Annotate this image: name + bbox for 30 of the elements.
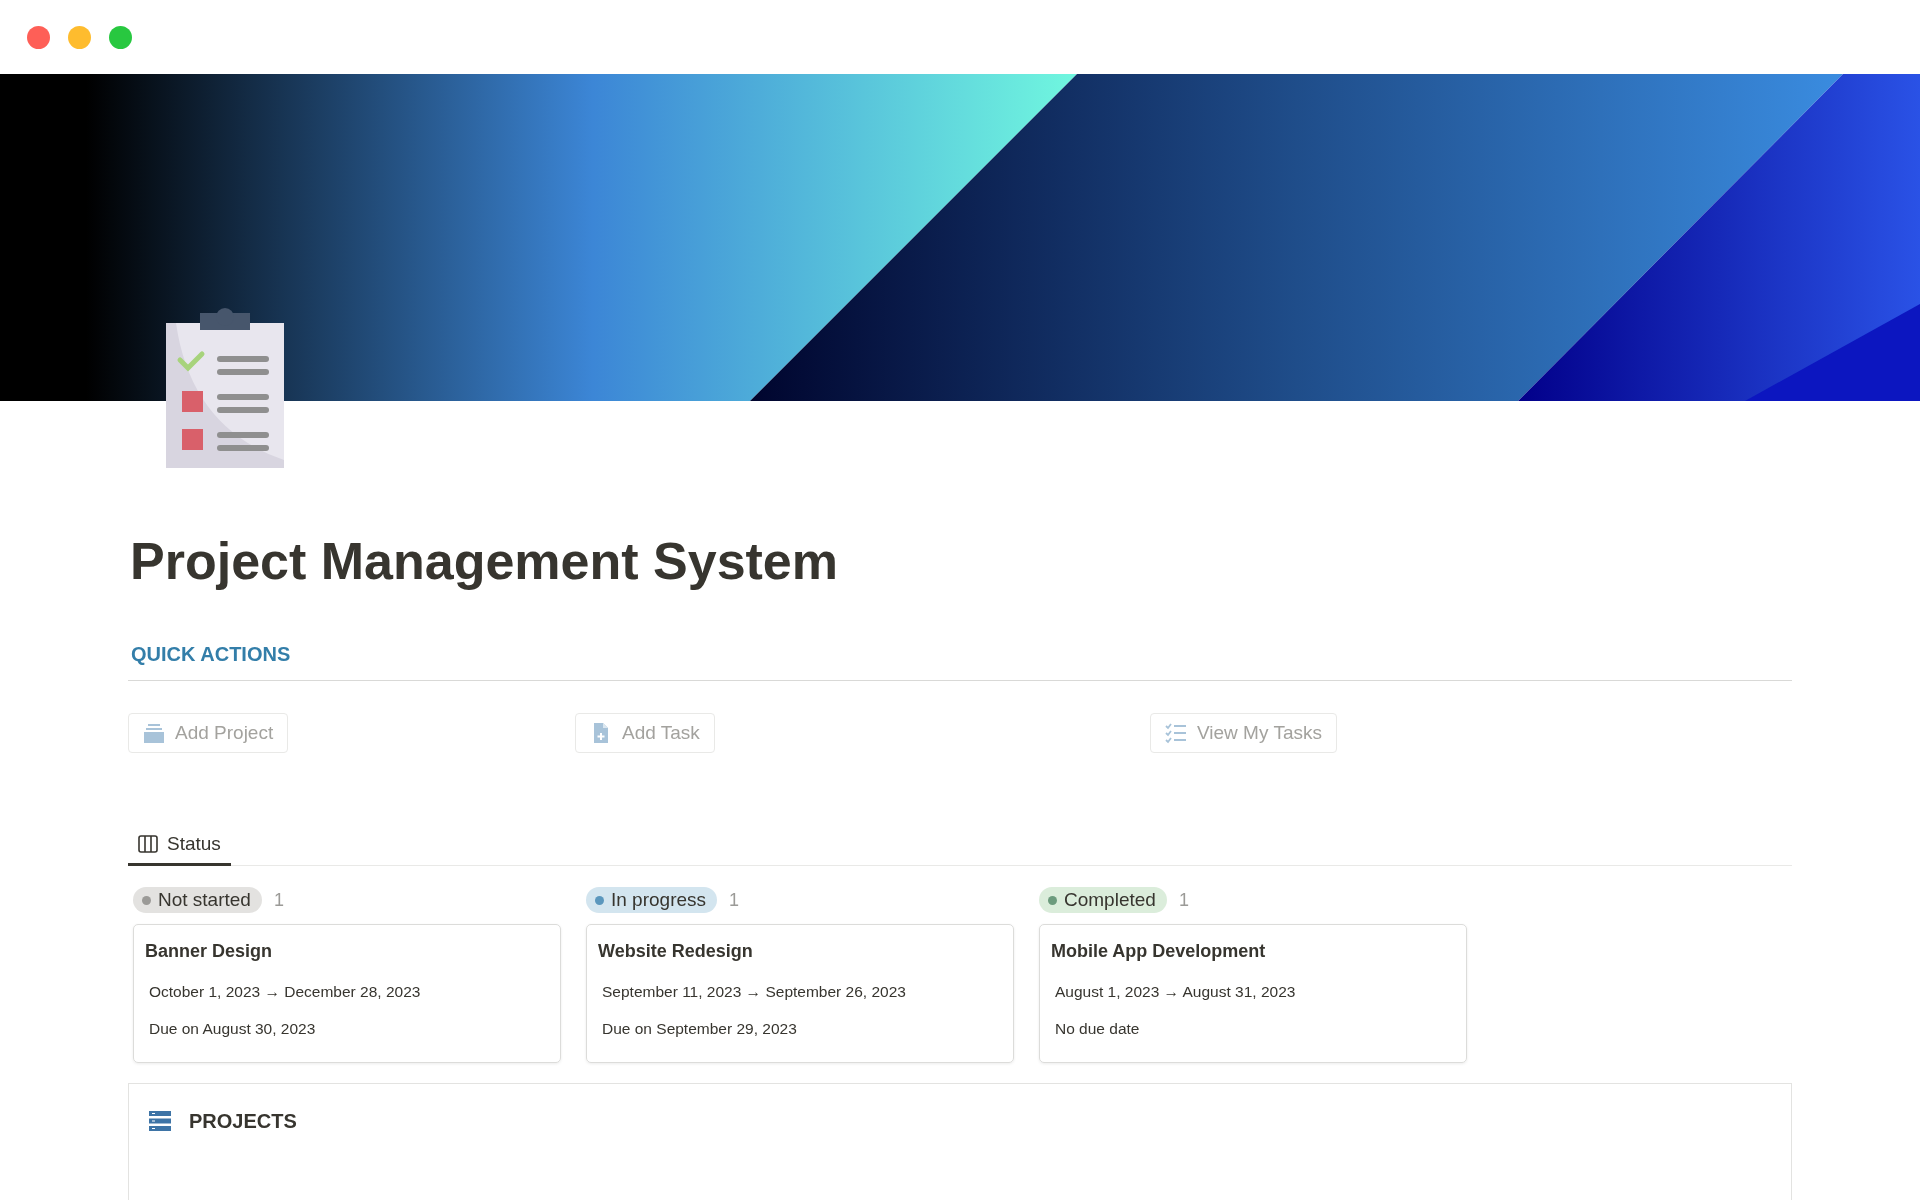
project-card[interactable]: Banner Design October 1, 2023 → December 28, 2023 Due on August 30, 2023 bbox=[133, 924, 561, 1064]
group-count: 1 bbox=[1178, 889, 1189, 911]
status-tag: In progress bbox=[586, 887, 718, 914]
card-title: Mobile App Development bbox=[1051, 941, 1267, 963]
section-heading: QUICK ACTIONS bbox=[131, 642, 292, 667]
zoom-window-button[interactable] bbox=[109, 25, 132, 49]
date-range: September 11, 2023 → September 26, 2023 bbox=[602, 983, 907, 1002]
page-title: Project Management System bbox=[130, 531, 840, 592]
status-tag: Completed bbox=[1039, 887, 1167, 914]
minimize-window-button[interactable] bbox=[68, 25, 91, 49]
board-icon bbox=[138, 835, 158, 854]
group-count: 1 bbox=[729, 889, 740, 911]
database-title[interactable]: PROJECTS bbox=[189, 1110, 297, 1134]
status-tag: Not started bbox=[133, 887, 262, 914]
project-card[interactable]: Website Redesign September 11, 2023 → September 26, 2023 Due on September 29, 2023 bbox=[586, 924, 1014, 1064]
date-range: October 1, 2023 → December 28, 2023 bbox=[149, 983, 422, 1002]
card-title: Website Redesign bbox=[598, 941, 754, 963]
checklist-icon bbox=[1165, 722, 1187, 745]
due-date: No due date bbox=[1055, 1020, 1141, 1039]
due-date: Due on August 30, 2023 bbox=[149, 1020, 317, 1039]
stack-icon bbox=[143, 722, 165, 745]
card-title: Banner Design bbox=[145, 941, 274, 963]
project-card[interactable]: Mobile App Development August 1, 2023 → August 31, 2023 No due date bbox=[1039, 924, 1467, 1064]
clipboard-icon bbox=[166, 308, 284, 468]
group-count: 1 bbox=[273, 889, 284, 911]
due-date: Due on September 29, 2023 bbox=[602, 1020, 798, 1039]
view-tab[interactable]: Status bbox=[128, 833, 231, 867]
close-window-button[interactable] bbox=[27, 25, 50, 49]
database-icon bbox=[149, 1110, 171, 1133]
date-range: August 1, 2023 → August 31, 2023 bbox=[1055, 983, 1297, 1002]
